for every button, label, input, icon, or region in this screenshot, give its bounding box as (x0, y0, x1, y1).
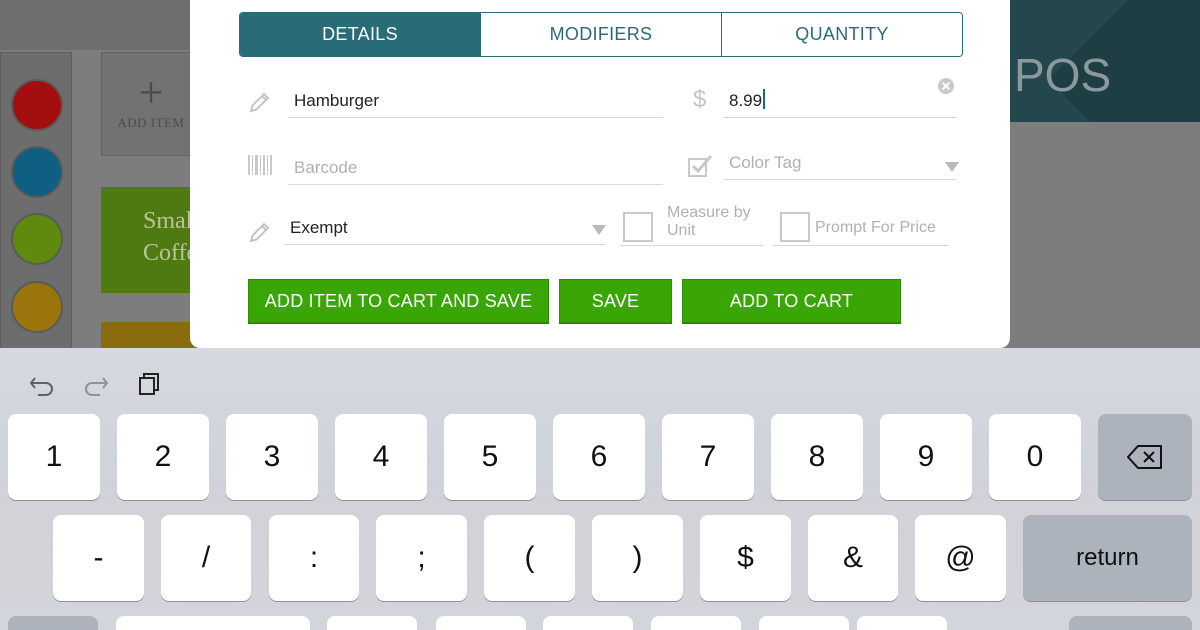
clear-icon[interactable] (937, 77, 955, 95)
add-to-cart-button[interactable]: ADD TO CART (682, 279, 901, 323)
onscreen-keyboard: 1 2 3 4 5 6 7 8 9 0 - / : ; ( ) $ & @ re… (0, 348, 1200, 630)
key-row3[interactable] (651, 616, 741, 630)
item-name-value: Hamburger (294, 91, 380, 110)
key-3[interactable]: 3 (226, 414, 318, 500)
key-row3[interactable] (327, 616, 417, 630)
key-open-paren[interactable]: ( (484, 515, 575, 601)
key-4[interactable]: 4 (335, 414, 427, 500)
prompt-for-price-checkbox[interactable] (780, 212, 810, 242)
add-item-label: ADD ITEM (117, 115, 185, 130)
key-5[interactable]: 5 (444, 414, 536, 500)
tax-value: Exempt (290, 218, 348, 237)
paste-icon[interactable] (136, 370, 164, 398)
key-shift[interactable] (1069, 616, 1192, 630)
key-semicolon[interactable]: ; (376, 515, 467, 601)
key-row3[interactable] (759, 616, 849, 630)
key-slash[interactable]: / (161, 515, 251, 601)
color-category-rail (0, 52, 72, 350)
key-row3[interactable] (116, 616, 310, 630)
undo-icon[interactable] (28, 370, 56, 398)
tab-details[interactable]: DETAILS (240, 13, 481, 56)
color-swatch-green[interactable] (11, 213, 63, 265)
pencil-icon (249, 222, 270, 243)
dollar-icon: $ (693, 86, 707, 113)
add-item-tile[interactable]: + ADD ITEM (101, 52, 201, 156)
color-swatch-blue[interactable] (11, 146, 63, 198)
item-tabs: DETAILS MODIFIERS QUANTITY (239, 12, 963, 57)
chevron-down-icon (592, 225, 606, 235)
tax-select[interactable]: Exempt (284, 211, 606, 245)
key-8[interactable]: 8 (771, 414, 863, 500)
key-more-symbols[interactable] (8, 616, 98, 630)
pos-title: POS (1014, 49, 1112, 101)
key-7[interactable]: 7 (662, 414, 754, 500)
key-9[interactable]: 9 (880, 414, 972, 500)
key-row3[interactable] (857, 616, 947, 630)
chevron-down-icon (945, 162, 959, 172)
key-0[interactable]: 0 (989, 414, 1081, 500)
return-key[interactable]: return (1023, 515, 1192, 601)
key-6[interactable]: 6 (553, 414, 645, 500)
item-tile[interactable] (101, 322, 201, 350)
price-field[interactable]: 8.99 (723, 84, 957, 118)
barcode-input[interactable]: Barcode (288, 151, 663, 185)
color-swatch-red[interactable] (11, 79, 63, 131)
key-close-paren[interactable]: ) (592, 515, 683, 601)
plus-icon: + (138, 68, 164, 117)
color-tag-placeholder: Color Tag (729, 153, 802, 172)
divider (620, 245, 764, 246)
key-2[interactable]: 2 (117, 414, 209, 500)
key-hyphen[interactable]: - (53, 515, 144, 601)
redo-icon[interactable] (82, 370, 110, 398)
backspace-icon (1127, 445, 1162, 469)
keyboard-toolbar (0, 348, 1200, 414)
measure-by-unit-label: Measure by Unit (667, 204, 751, 239)
color-tag-select[interactable]: Color Tag (723, 146, 957, 180)
tab-modifiers[interactable]: MODIFIERS (481, 13, 722, 56)
divider (773, 245, 949, 246)
pencil-icon (249, 92, 270, 113)
key-ampersand[interactable]: & (808, 515, 898, 601)
key-row3[interactable] (543, 616, 633, 630)
barcode-placeholder: Barcode (294, 158, 358, 177)
tab-quantity[interactable]: QUANTITY (722, 13, 962, 56)
item-name-field[interactable]: Hamburger (288, 84, 663, 118)
backspace-key[interactable] (1098, 414, 1192, 500)
add-item-to-cart-and-save-button[interactable]: ADD ITEM TO CART AND SAVE (248, 279, 549, 323)
checkmark-icon (688, 155, 713, 177)
prompt-for-price-label: Prompt For Price (815, 219, 936, 236)
price-value: 8.99 (729, 91, 763, 110)
key-row3[interactable] (436, 616, 526, 630)
key-at[interactable]: @ (915, 515, 1006, 601)
barcode-icon (248, 155, 272, 175)
item-edit-modal: DETAILS MODIFIERS QUANTITY Hamburger $ 8… (190, 0, 1010, 348)
measure-by-unit-checkbox[interactable] (623, 212, 653, 242)
pos-header: POS (1000, 0, 1200, 122)
key-dollar[interactable]: $ (700, 515, 791, 601)
key-1[interactable]: 1 (8, 414, 100, 500)
save-button[interactable]: SAVE (559, 279, 672, 323)
color-swatch-yellow[interactable] (11, 281, 63, 333)
text-caret (763, 89, 766, 109)
key-colon[interactable]: : (269, 515, 359, 601)
item-tile-small-coffee[interactable]: Small Coffee (101, 187, 201, 293)
